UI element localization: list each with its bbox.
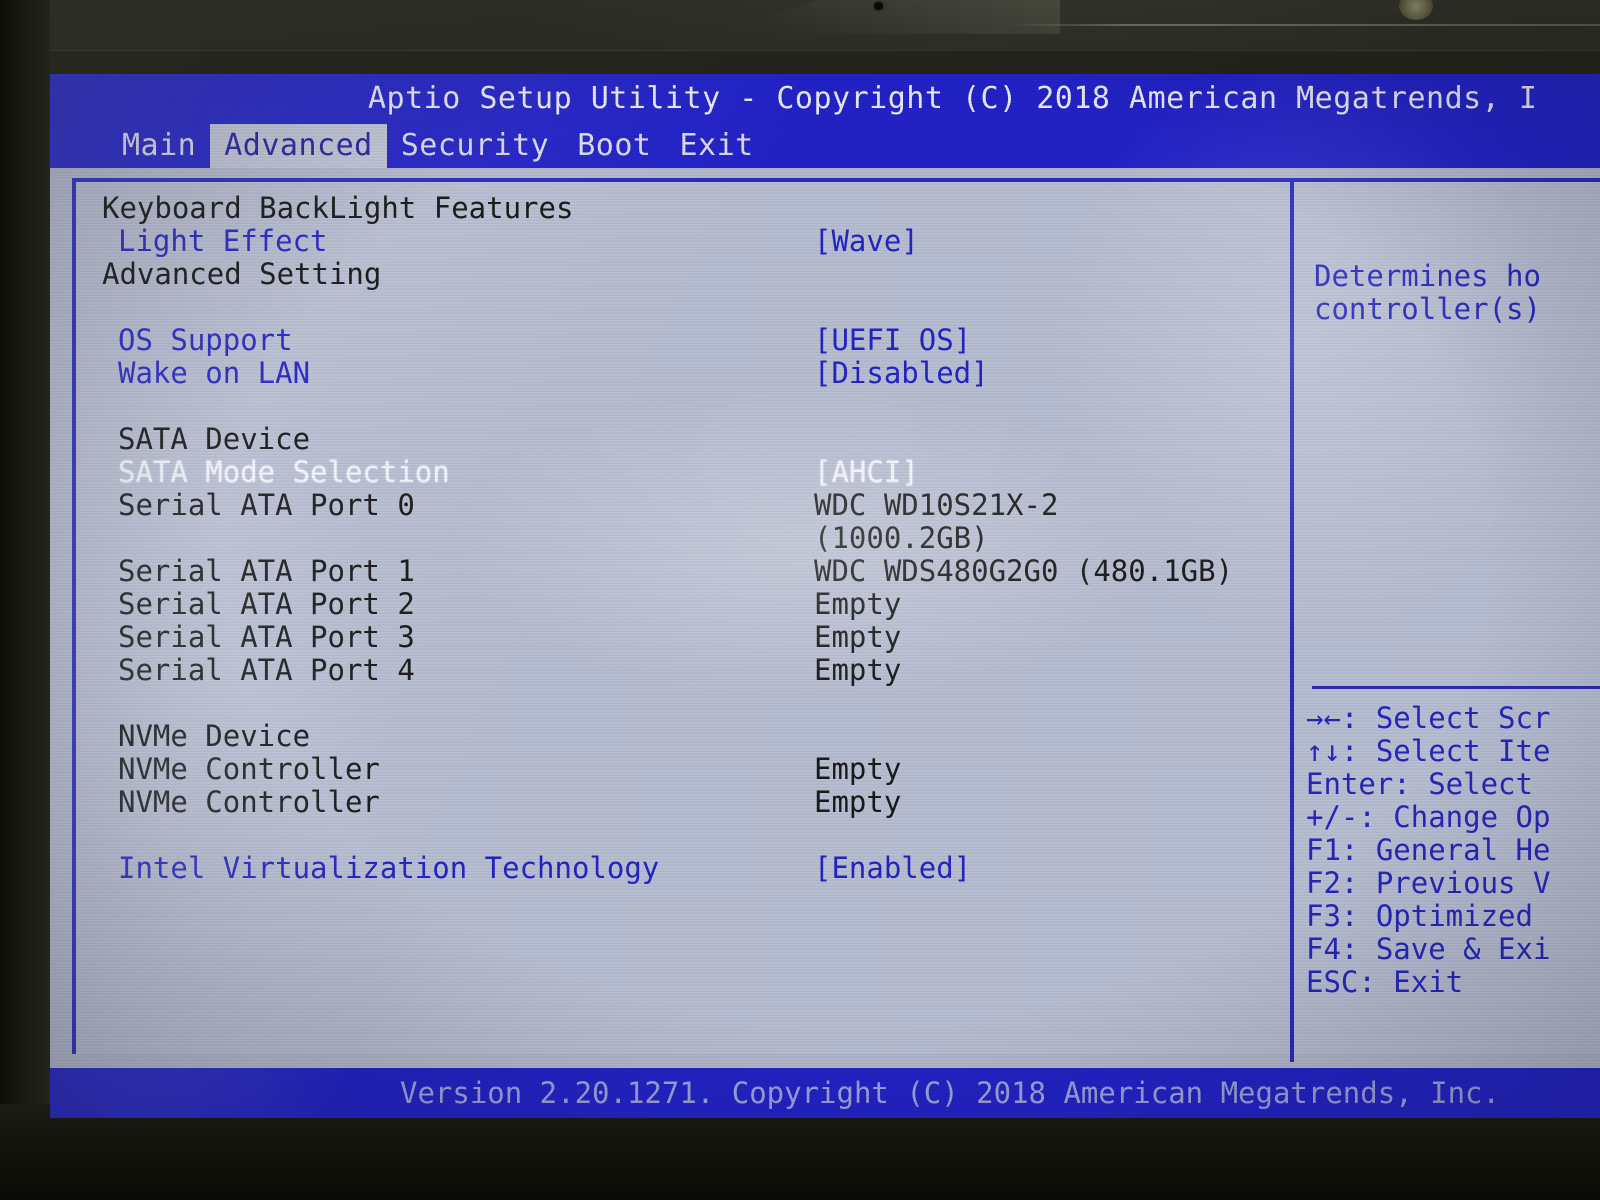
menu-tab-exit[interactable]: Exit bbox=[666, 124, 768, 168]
setting-value[interactable]: [Wave] bbox=[814, 225, 919, 258]
settings-row: Serial ATA Port 4 Empty bbox=[102, 654, 1282, 687]
settings-list: Keyboard BackLight Features Light Effect [… bbox=[102, 192, 1282, 885]
settings-row: NVMe Controller Empty bbox=[102, 786, 1282, 819]
setting-label: Serial ATA Port 2 bbox=[118, 587, 415, 621]
setting-value: WDC WDS480G2G0 (480.1GB) bbox=[814, 554, 1234, 588]
key-legend-line: ESC: Exit bbox=[1306, 965, 1464, 999]
settings-spacer bbox=[102, 819, 1282, 852]
settings-row: NVMe Controller Empty bbox=[102, 753, 1282, 786]
setting-value[interactable]: [AHCI] bbox=[814, 456, 919, 489]
setting-label: Serial ATA Port 4 bbox=[118, 653, 415, 687]
setting-value: Empty bbox=[814, 653, 902, 687]
setting-label: Wake on LAN bbox=[118, 356, 311, 390]
setting-value[interactable]: [UEFI OS] bbox=[814, 324, 971, 357]
setting-label: Serial ATA Port 1 bbox=[118, 554, 415, 588]
setting-label: OS Support bbox=[118, 323, 293, 357]
menu-tab-advanced[interactable]: Advanced bbox=[210, 124, 387, 168]
help-line: controller(s) bbox=[1314, 292, 1541, 326]
key-legend-line: Enter: Select bbox=[1306, 767, 1533, 801]
key-legend-line: ↑↓: Select Ite bbox=[1306, 734, 1551, 768]
setting-value: WDC WD10S21X-2 bbox=[814, 488, 1059, 522]
settings-row: (1000.2GB) bbox=[102, 522, 1282, 555]
settings-row[interactable]: OS Support [UEFI OS] bbox=[102, 324, 1282, 357]
settings-row[interactable]: Intel Virtualization Technology [Enabled] bbox=[102, 852, 1282, 885]
settings-spacer bbox=[102, 687, 1282, 720]
webcam-dot bbox=[874, 2, 883, 10]
settings-row: NVMe Device bbox=[102, 720, 1282, 753]
help-line: Determines ho bbox=[1314, 259, 1541, 293]
setting-value: Empty bbox=[814, 752, 902, 786]
key-legend-line: F2: Previous V bbox=[1306, 866, 1551, 900]
settings-row: Serial ATA Port 3 Empty bbox=[102, 621, 1282, 654]
setting-label: NVMe Device bbox=[118, 719, 311, 753]
setting-label: Serial ATA Port 0 bbox=[118, 488, 415, 522]
setting-value: Empty bbox=[814, 587, 902, 621]
settings-row[interactable]: SATA Mode Selection [AHCI] bbox=[102, 456, 1282, 489]
setting-label: Serial ATA Port 3 bbox=[118, 620, 415, 654]
settings-spacer bbox=[102, 390, 1282, 423]
help-pane-divider bbox=[1312, 686, 1600, 689]
menu-bar: Main Advanced Security Boot Exit bbox=[50, 124, 1600, 168]
menu-tab-boot[interactable]: Boot bbox=[563, 124, 665, 168]
setting-label: Intel Virtualization Technology bbox=[118, 851, 660, 885]
settings-row[interactable]: Light Effect [Wave] bbox=[102, 225, 1282, 258]
key-legend-line: +/-: Change Op bbox=[1306, 800, 1551, 834]
settings-row: Serial ATA Port 2 Empty bbox=[102, 588, 1282, 621]
key-legend: →←: Select Scr ↑↓: Select Ite Enter: Selec… bbox=[1306, 702, 1600, 999]
setting-value: Empty bbox=[814, 620, 902, 654]
setting-label: NVMe Controller bbox=[118, 752, 380, 786]
bezel-top-sheen bbox=[715, 0, 1060, 34]
setting-value[interactable]: [Enabled] bbox=[814, 852, 971, 885]
version-text: Version 2.20.1271. Copyright (C) 2018 Am… bbox=[400, 1076, 1500, 1110]
settings-row: SATA Device bbox=[102, 423, 1282, 456]
settings-row: Serial ATA Port 1 WDC WDS480G2G0 (480.1GB… bbox=[102, 555, 1282, 588]
key-legend-line: F4: Save & Exi bbox=[1306, 932, 1551, 966]
bezel-edge-line bbox=[1010, 24, 1600, 26]
menu-tab-security[interactable]: Security bbox=[387, 124, 564, 168]
settings-spacer bbox=[102, 291, 1282, 324]
footer-gap bbox=[50, 1054, 1600, 1068]
key-legend-line: F1: General He bbox=[1306, 833, 1551, 867]
bezel-corner-highlight bbox=[1399, 0, 1433, 20]
page-title: Aptio Setup Utility - Copyright (C) 2018… bbox=[368, 81, 1538, 116]
setting-value: Empty bbox=[814, 785, 902, 819]
setting-label: Advanced Setting bbox=[102, 257, 382, 291]
settings-row: Serial ATA Port 0 WDC WD10S21X-2 bbox=[102, 489, 1282, 522]
setting-value[interactable]: [Disabled] bbox=[814, 357, 989, 390]
status-bar: Version 2.20.1271. Copyright (C) 2018 Am… bbox=[50, 1068, 1600, 1118]
setting-label: NVMe Controller bbox=[118, 785, 380, 819]
help-description: Determines ho controller(s) bbox=[1314, 260, 1600, 326]
title-bar: Aptio Setup Utility - Copyright (C) 2018… bbox=[50, 74, 1600, 124]
settings-row: Advanced Setting bbox=[102, 258, 1282, 291]
setting-label: Light Effect bbox=[118, 224, 328, 258]
bezel-bottom-edge bbox=[0, 1104, 1600, 1200]
setting-label: Keyboard BackLight Features bbox=[102, 191, 574, 225]
menu-tab-main[interactable]: Main bbox=[108, 124, 210, 168]
pane-divider bbox=[1290, 178, 1294, 1062]
setting-label: SATA Mode Selection bbox=[118, 455, 450, 489]
setting-value: (1000.2GB) bbox=[814, 521, 989, 555]
bios-screenshot: Aptio Setup Utility - Copyright (C) 2018… bbox=[0, 0, 1600, 1200]
settings-row[interactable]: Wake on LAN [Disabled] bbox=[102, 357, 1282, 390]
key-legend-line: F3: Optimized bbox=[1306, 899, 1533, 933]
setting-label: SATA Device bbox=[118, 422, 311, 456]
bios-screen: Aptio Setup Utility - Copyright (C) 2018… bbox=[50, 74, 1600, 1118]
bezel-left-edge bbox=[0, 0, 50, 1200]
settings-row: Keyboard BackLight Features bbox=[102, 192, 1282, 225]
key-legend-line: →←: Select Scr bbox=[1306, 701, 1551, 735]
